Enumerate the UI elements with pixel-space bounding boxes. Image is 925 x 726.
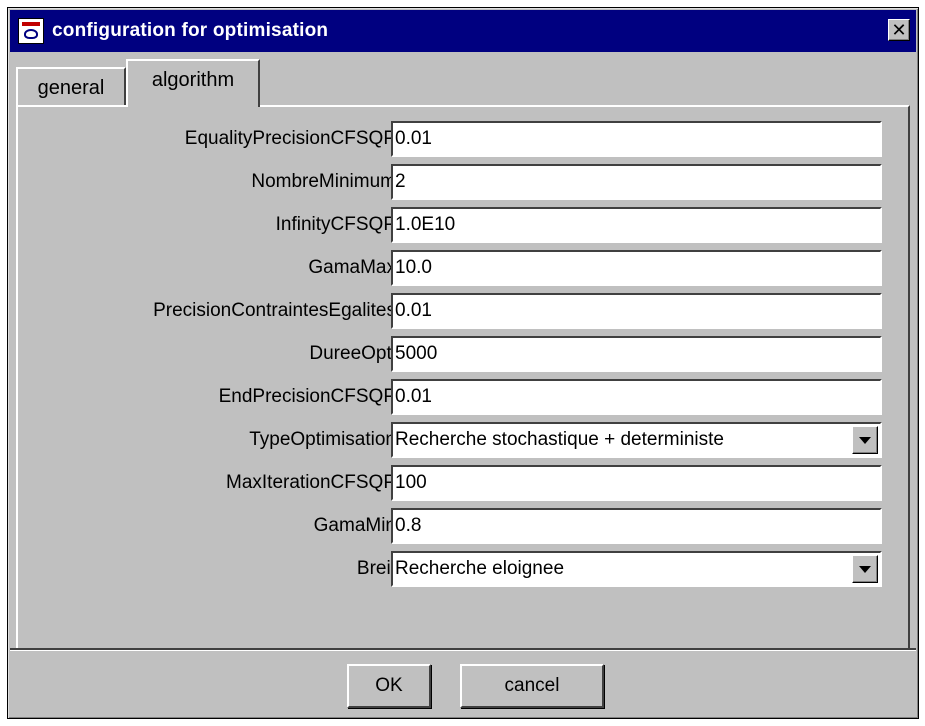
- row-breit: Breit Recherche eloignee: [18, 551, 908, 587]
- field-label: EqualityPrecisionCFSQP: [184, 128, 396, 149]
- app-icon: [18, 18, 44, 44]
- row-precision-contraintes-egalites: PrecisionContraintesEgalites 0.01: [18, 293, 908, 329]
- row-max-iteration-cfsqp: MaxIterationCFSQP 100: [18, 465, 908, 501]
- precision-contraintes-egalites-input[interactable]: 0.01: [391, 293, 882, 329]
- field-label: NombreMinimum: [251, 171, 396, 192]
- max-iteration-cfsqp-input[interactable]: 100: [391, 465, 882, 501]
- row-end-precision-cfsqp: EndPrecisionCFSQP 0.01: [18, 379, 908, 415]
- divider: [10, 648, 916, 651]
- dialog-window: configuration for optimisation ✕ general…: [7, 7, 919, 719]
- chevron-down-icon[interactable]: [852, 426, 878, 454]
- end-precision-cfsqp-input[interactable]: 0.01: [391, 379, 882, 415]
- row-gama-max: GamaMax 10.0: [18, 250, 908, 286]
- field-label: PrecisionContraintesEgalites: [153, 300, 396, 321]
- gama-min-input[interactable]: 0.8: [391, 508, 882, 544]
- tab-general[interactable]: general: [16, 67, 126, 107]
- chevron-down-icon[interactable]: [852, 555, 878, 583]
- duree-opti-input[interactable]: 5000: [391, 336, 882, 372]
- breit-select[interactable]: Recherche eloignee: [391, 551, 882, 587]
- cancel-button[interactable]: cancel: [460, 664, 604, 708]
- equality-precision-cfsqp-input[interactable]: 0.01: [391, 121, 882, 157]
- row-infinity-cfsqp: InfinityCFSQP 1.0E10: [18, 207, 908, 243]
- title-bar[interactable]: configuration for optimisation ✕: [10, 10, 916, 52]
- row-type-optimisation: TypeOptimisation Recherche stochastique …: [18, 422, 908, 458]
- row-gama-min: GamaMin 0.8: [18, 508, 908, 544]
- infinity-cfsqp-input[interactable]: 1.0E10: [391, 207, 882, 243]
- select-value: Recherche eloignee: [395, 558, 565, 579]
- type-optimisation-select[interactable]: Recherche stochastique + deterministe: [391, 422, 882, 458]
- row-duree-opti: DureeOpti 5000: [18, 336, 908, 372]
- gama-max-input[interactable]: 10.0: [391, 250, 882, 286]
- nombre-minimum-input[interactable]: 2: [391, 164, 882, 200]
- field-label: GamaMax: [308, 257, 396, 278]
- select-value: Recherche stochastique + deterministe: [395, 429, 724, 450]
- row-nombre-minimum: NombreMinimum 2: [18, 164, 908, 200]
- field-label: InfinityCFSQP: [275, 214, 396, 235]
- row-equality-precision-cfsqp: EqualityPrecisionCFSQP 0.01: [18, 121, 908, 157]
- field-label: GamaMin: [313, 515, 396, 536]
- close-icon[interactable]: ✕: [888, 19, 910, 41]
- window-title: configuration for optimisation: [52, 20, 329, 41]
- tab-algorithm[interactable]: algorithm: [126, 59, 260, 107]
- field-label: DureeOpti: [309, 343, 396, 364]
- field-label: EndPrecisionCFSQP: [218, 386, 396, 407]
- algorithm-panel: EqualityPrecisionCFSQP 0.01 NombreMinimu…: [16, 105, 910, 651]
- field-label: TypeOptimisation: [249, 429, 396, 450]
- ok-button[interactable]: OK: [347, 664, 431, 708]
- field-label: MaxIterationCFSQP: [226, 472, 396, 493]
